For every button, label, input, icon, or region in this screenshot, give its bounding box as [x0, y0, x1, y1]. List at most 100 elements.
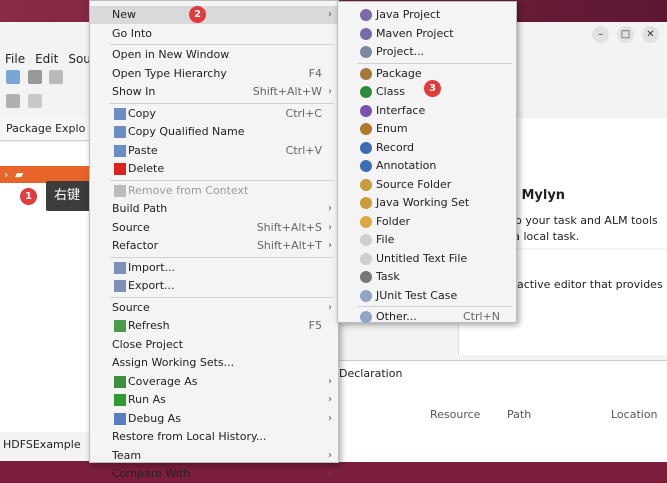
menu-item-label: Maven Project	[376, 26, 454, 40]
ctx-item-refresh[interactable]: Refresh F5	[90, 317, 338, 335]
menu-separator	[358, 62, 512, 64]
menu-shortcut: F5	[308, 319, 322, 332]
new-item-annotation[interactable]: Annotation	[338, 157, 516, 175]
declaration-tab[interactable]: Declaration	[339, 367, 402, 380]
file-icon	[360, 234, 372, 246]
ctx-item-paste[interactable]: Paste Ctrl+V	[90, 142, 338, 160]
menu-item-label: Refresh	[128, 319, 170, 332]
main-toolbar	[6, 70, 96, 92]
ctx-item-copy-qualified-name[interactable]: Copy Qualified Name	[90, 123, 338, 141]
menu-item-label: Interface	[376, 103, 426, 117]
new-item-source-folder[interactable]: Source Folder	[338, 176, 516, 194]
new-item-untitled-text-file[interactable]: Untitled Text File	[338, 250, 516, 268]
working-set-icon	[360, 197, 372, 209]
project-folder-icon: ▰	[14, 168, 24, 181]
package-explorer-tab[interactable]: Package Explo	[0, 118, 96, 141]
submenu-arrow-icon: ›	[328, 203, 332, 214]
column-path[interactable]: Path	[507, 408, 531, 421]
new-item-interface[interactable]: Interface	[338, 102, 516, 120]
menu-item-label: Source	[112, 300, 150, 314]
ctx-item-coverage-as[interactable]: Coverage As ›	[90, 373, 338, 391]
bottom-panel: Declaration Resource Path Location	[335, 360, 667, 462]
maven-project-icon	[360, 27, 372, 40]
ctx-item-refactor[interactable]: Refactor Shift+Alt+T ›	[90, 237, 338, 255]
ctx-item-copy[interactable]: Copy Ctrl+C	[90, 105, 338, 123]
ctx-item-source[interactable]: Source ›	[90, 299, 338, 317]
menu-separator	[110, 256, 334, 258]
minimize-button[interactable]: –	[592, 26, 609, 43]
menu-item-label: JUnit Test Case	[376, 288, 458, 302]
menu-item-label: Remove from Context	[128, 183, 249, 197]
new-item-java-working-set[interactable]: Java Working Set	[338, 194, 516, 212]
menu-item-label: Source	[112, 220, 150, 234]
ctx-item-close-project[interactable]: Close Project	[90, 336, 338, 354]
submenu-arrow-icon: ›	[328, 86, 332, 97]
menu-separator	[110, 296, 334, 298]
java-project-icon	[360, 9, 372, 21]
ctx-item-team[interactable]: Team ›	[90, 447, 338, 465]
ctx-item-source[interactable]: Source Shift+Alt+S ›	[90, 219, 338, 237]
ctx-item-debug-as[interactable]: Debug As ›	[90, 410, 338, 428]
ctx-item-run-as[interactable]: Run As ›	[90, 391, 338, 409]
new-item-java-project[interactable]: Java Project	[338, 6, 516, 24]
menu-item-label: Compare With	[112, 467, 191, 480]
ctx-item-go-into[interactable]: Go Into	[90, 25, 338, 43]
ctx-item-open-type-hierarchy[interactable]: Open Type Hierarchy F4	[90, 65, 338, 83]
ctx-item-restore-from-local-history[interactable]: Restore from Local History...	[90, 428, 338, 446]
menu-item-label: Coverage As	[128, 374, 198, 388]
ctx-item-export[interactable]: Export...	[90, 277, 338, 295]
maximize-button[interactable]: □	[617, 26, 634, 43]
menu-item-label: Build Path	[112, 202, 168, 215]
enum-icon	[360, 123, 372, 135]
column-resource[interactable]: Resource	[430, 408, 480, 421]
nav-icon[interactable]	[6, 94, 20, 108]
ctx-item-show-in[interactable]: Show In Shift+Alt+W ›	[90, 83, 338, 101]
menu-item-label: Open in New Window	[112, 48, 230, 61]
column-location[interactable]: Location	[611, 408, 658, 421]
menu-item-label: Debug As	[128, 411, 181, 425]
new-item-package[interactable]: Package	[338, 65, 516, 83]
new-item-file[interactable]: File	[338, 231, 516, 249]
paste-icon	[114, 144, 126, 157]
menu-item-label: Enum	[376, 122, 408, 135]
ctx-item-new[interactable]: New ›	[90, 6, 338, 24]
menu-item-label: Source Folder	[376, 177, 452, 191]
new-item-other[interactable]: Other... Ctrl+N	[338, 308, 516, 326]
new-item-task[interactable]: Task	[338, 268, 516, 286]
window-controls: – □ ✕	[592, 26, 659, 43]
ctx-item-delete[interactable]: Delete	[90, 160, 338, 178]
ctx-item-assign-working-sets[interactable]: Assign Working Sets...	[90, 354, 338, 372]
expand-arrow-icon[interactable]: ›	[4, 168, 8, 181]
menu-separator	[358, 306, 512, 307]
menu-edit[interactable]: Edit	[30, 50, 63, 68]
menu-separator	[110, 179, 334, 181]
menu-item-label: Java Project	[376, 8, 441, 21]
copy-icon	[114, 126, 126, 138]
new-item-record[interactable]: Record	[338, 139, 516, 157]
package-explorer-title: Package Explo	[6, 122, 86, 135]
close-button[interactable]: ✕	[642, 26, 659, 43]
new-item-junit-test-case[interactable]: JUnit Test Case	[338, 287, 516, 305]
nav-back-icon[interactable]	[27, 94, 42, 108]
menu-item-label: Package	[376, 66, 422, 80]
new-item-project[interactable]: Project...	[338, 43, 516, 61]
submenu-arrow-icon: ›	[328, 301, 332, 313]
save-icon[interactable]	[27, 70, 42, 84]
ctx-item-open-in-new-window[interactable]: Open in New Window	[90, 46, 338, 64]
package-icon	[360, 67, 372, 80]
toolbar-icon[interactable]	[49, 70, 63, 84]
submenu-arrow-icon: ›	[328, 449, 332, 461]
menu-separator	[110, 44, 334, 45]
ctx-item-compare-with[interactable]: Compare With ›	[90, 465, 338, 483]
new-item-folder[interactable]: Folder	[338, 213, 516, 231]
ctx-item-import[interactable]: Import...	[90, 259, 338, 277]
new-item-maven-project[interactable]: Maven Project	[338, 25, 516, 43]
menu-item-label: Record	[376, 140, 415, 154]
menu-file[interactable]: File	[0, 50, 30, 68]
ctx-item-build-path[interactable]: Build Path ›	[90, 200, 338, 218]
menu-item-label: Class	[376, 85, 405, 98]
new-item-enum[interactable]: Enum	[338, 120, 516, 138]
menu-item-label: New	[112, 8, 136, 21]
menu-item-label: Delete	[128, 162, 165, 175]
new-icon[interactable]	[6, 70, 20, 84]
